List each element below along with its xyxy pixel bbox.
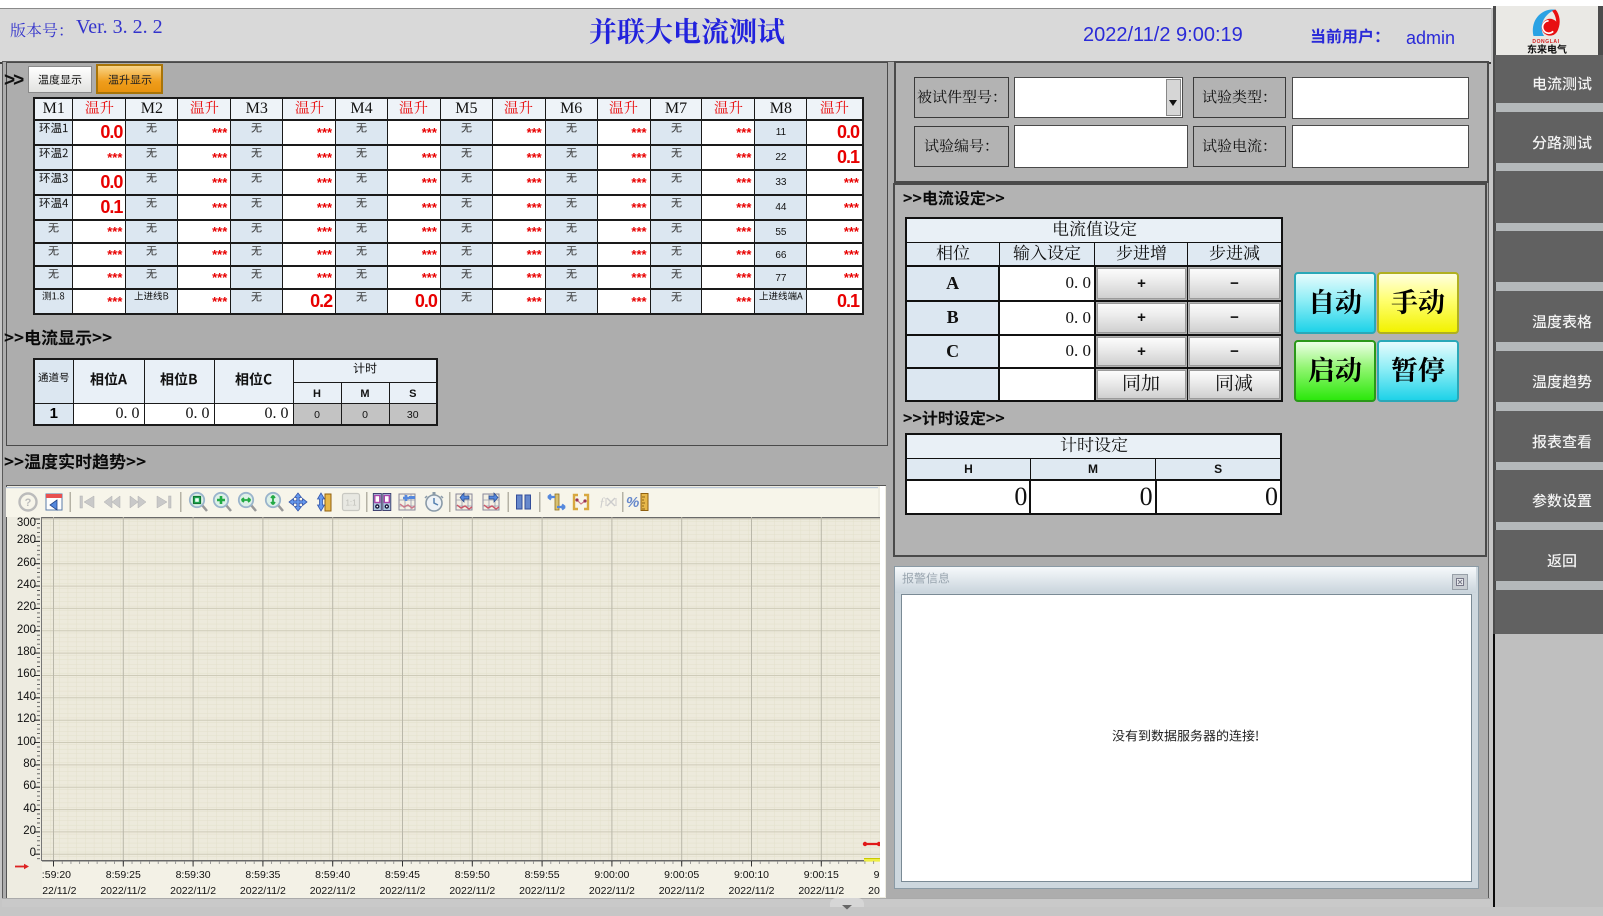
svg-text:ƒ: ƒ [599, 494, 606, 509]
svg-text:1:1: 1:1 [345, 499, 357, 508]
svg-text:?: ? [25, 497, 32, 509]
svg-text:%: % [626, 494, 639, 511]
